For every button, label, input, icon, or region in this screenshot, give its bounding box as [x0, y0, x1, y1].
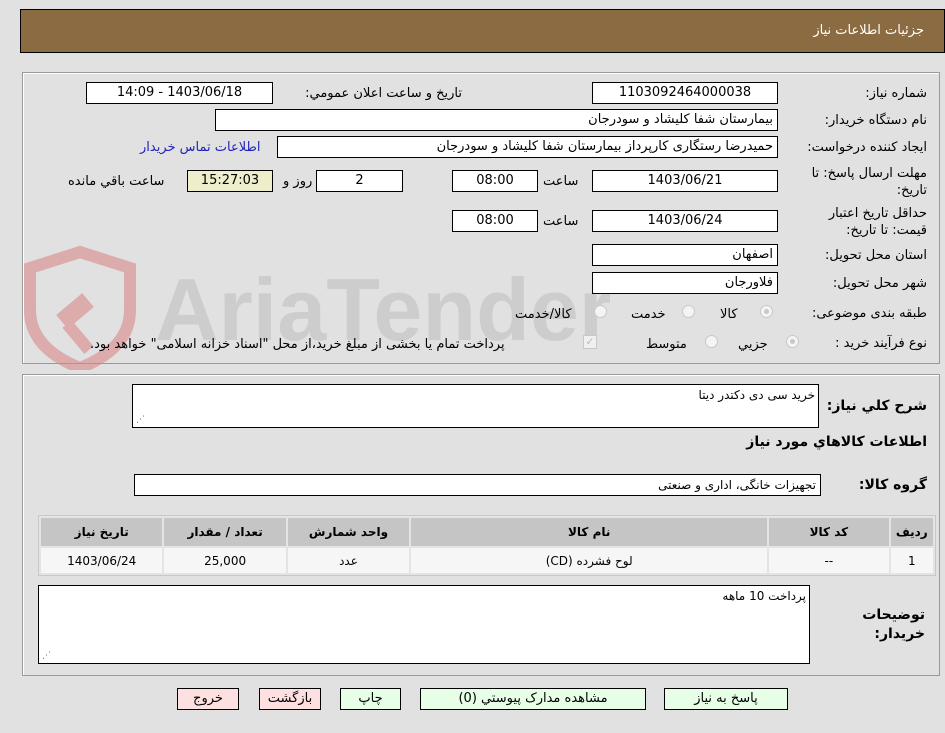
price-validity-time-label: ساعت [543, 214, 579, 229]
response-deadline-label: مهلت ارسال پاسخ: تا تاریخ: [811, 166, 927, 198]
province-field: اصفهان [592, 244, 778, 266]
response-deadline-time-field: 08:00 [452, 170, 538, 192]
exit-button[interactable]: خروج [177, 688, 239, 710]
col-unit: واحد شمارش [287, 518, 410, 546]
need-number-label: شماره نیاز: [865, 86, 927, 101]
remaining-time-field: 15:27:03 [187, 170, 273, 192]
response-deadline-time-label: ساعت [543, 174, 579, 189]
process-option-medium: متوسط [646, 337, 687, 352]
days-label: روز و [283, 174, 313, 189]
col-code: کد کالا [769, 518, 889, 546]
resize-grip-icon[interactable]: ⋰ [136, 416, 145, 425]
category-option-service: خدمت [631, 307, 666, 322]
buyer-notes-text: پرداخت 10 ماهه [722, 589, 806, 603]
buyer-notes-label: توضیحات خریدار: [862, 607, 925, 642]
goods-table-header: ردیف کد کالا نام کالا واحد شمارش تعداد /… [41, 518, 933, 546]
cell-row: 1 [890, 548, 933, 573]
goods-info-title: اطلاعات كالاهاي مورد نياز [746, 434, 927, 450]
need-number-field: 1103092464000038 [592, 82, 778, 104]
buyer-notes-textarea[interactable]: پرداخت 10 ماهه ⋰ [38, 585, 810, 664]
page-header: جزئيات اطلاعات نياز [20, 9, 945, 53]
remaining-time-label: ساعت باقي مانده [68, 174, 165, 189]
category-radio-goods-service[interactable] [594, 305, 607, 318]
buyer-org-field: بیمارستان شفا کلیشاد و سودرجان [215, 109, 778, 131]
cell-name: لوح فشرده (CD) [411, 548, 768, 573]
province-label: استان محل تحویل: [825, 248, 927, 263]
category-label: طبقه بندی موضوعی: [811, 306, 927, 321]
requester-field: حمیدرضا رستگاری کارپرداز بیمارستان شفا ک… [277, 136, 778, 158]
goods-group-field: تجهیزات خانگی، اداری و صنعتی [134, 474, 821, 496]
col-quantity: تعداد / مقدار [164, 518, 286, 546]
cell-unit: عدد [287, 548, 410, 573]
col-date: تاریخ نیاز [41, 518, 163, 546]
back-button[interactable]: بازگشت [259, 688, 321, 710]
price-validity-label: حداقل تاریخ اعتبار قیمت: تا تاریخ: [828, 206, 927, 238]
buyer-org-label: نام دستگاه خریدار: [824, 113, 927, 128]
category-radio-service[interactable] [682, 305, 695, 318]
treasury-note: پرداخت تمام یا بخشی از مبلغ خرید،از محل … [90, 337, 505, 352]
process-option-minor: جزيي [738, 337, 768, 352]
buyer-contact-link[interactable]: اطلاعات تماس خریدار [140, 140, 260, 155]
view-attachments-button[interactable]: مشاهده مدارک پيوستي (0) [420, 688, 646, 710]
purchase-process-label: نوع فرآیند خرید : [835, 336, 927, 351]
description-text: خرید سی دی دکتدر دیتا [698, 388, 815, 402]
cell-date: 1403/06/24 [41, 548, 163, 573]
description-textarea[interactable]: خرید سی دی دکتدر دیتا ⋰ [132, 384, 819, 428]
page-title: جزئيات اطلاعات نياز [813, 23, 924, 38]
category-radio-goods[interactable] [760, 305, 773, 318]
price-validity-date-field: 1403/06/24 [592, 210, 778, 232]
process-radio-medium[interactable] [705, 335, 718, 348]
description-label: شرح كلي نياز: [826, 398, 927, 414]
response-deadline-date-field: 1403/06/21 [592, 170, 778, 192]
category-option-goods-service: کالا/خدمت [515, 307, 572, 322]
announce-datetime-label: تاريخ و ساعت اعلان عمومي: [305, 86, 462, 101]
reply-button[interactable]: پاسخ به نياز [664, 688, 788, 710]
cell-quantity: 25,000 [164, 548, 286, 573]
process-radio-minor[interactable] [786, 335, 799, 348]
cell-code: -- [769, 548, 889, 573]
category-option-goods: کالا [720, 307, 738, 322]
goods-table: ردیف کد کالا نام کالا واحد شمارش تعداد /… [38, 515, 936, 576]
announce-datetime-field: 1403/06/18 - 14:09 [86, 82, 273, 104]
goods-group-label: گروه کالا: [858, 477, 927, 493]
col-row: ردیف [890, 518, 933, 546]
col-name: نام کالا [411, 518, 768, 546]
price-validity-time-field: 08:00 [452, 210, 538, 232]
print-button[interactable]: چاپ [340, 688, 401, 710]
city-label: شهر محل تحویل: [832, 276, 927, 291]
requester-label: ایجاد کننده درخواست: [807, 140, 927, 155]
treasury-checkbox[interactable]: ✓ [583, 335, 597, 349]
remaining-days-field: 2 [316, 170, 403, 192]
resize-grip-icon[interactable]: ⋰ [42, 652, 51, 661]
table-row: 1 -- لوح فشرده (CD) عدد 25,000 1403/06/2… [41, 548, 933, 573]
city-field: فلاورجان [592, 272, 778, 294]
